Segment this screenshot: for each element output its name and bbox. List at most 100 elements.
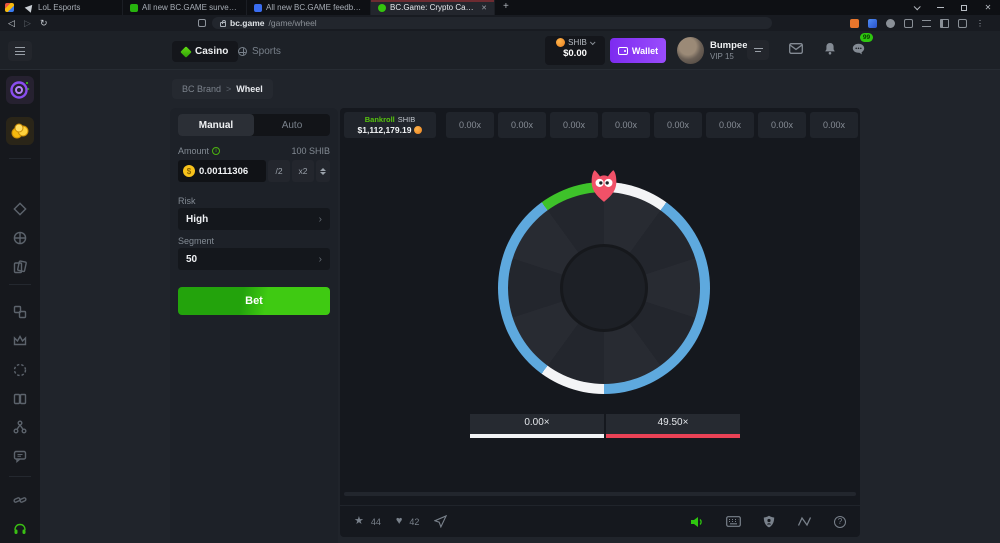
browser-menu-icon[interactable]: ⋮: [976, 19, 984, 28]
multiplier-chip[interactable]: 0.00x: [758, 112, 806, 138]
reading-list-icon[interactable]: [922, 20, 931, 27]
tab-manual[interactable]: Manual: [178, 114, 254, 136]
messages-button[interactable]: [789, 43, 803, 54]
sidebar-item-sports[interactable]: [12, 230, 28, 246]
result-bar: [606, 434, 740, 438]
like-heart-icon[interactable]: ♥: [396, 516, 403, 527]
risk-select[interactable]: High ›: [178, 208, 330, 230]
screenshot-icon[interactable]: [958, 19, 967, 28]
chevron-down-icon: [590, 39, 596, 45]
tab-title: LoL Esports: [38, 3, 115, 12]
sidebar-item-support[interactable]: [12, 521, 28, 537]
mode-tabs: Manual Auto: [178, 114, 330, 136]
amount-value: 0.00111306: [199, 166, 248, 177]
tab-casino[interactable]: Casino: [172, 41, 238, 62]
half-bet-button[interactable]: /2: [268, 160, 290, 182]
live-stats-icon[interactable]: [797, 516, 812, 527]
favorite-star-icon[interactable]: ★: [354, 516, 364, 527]
amount-input[interactable]: $ 0.00111306: [178, 160, 266, 182]
bet-controls-panel: Manual Auto Amount i 100 SHIB $ 0.001113…: [170, 108, 338, 543]
sidebar-item-bonus[interactable]: [12, 362, 28, 378]
browser-profile-icon[interactable]: [5, 3, 14, 12]
maximize-button[interactable]: [952, 0, 976, 15]
tab-close-icon[interactable]: ✕: [481, 4, 487, 12]
tab-search-icon[interactable]: [904, 0, 928, 15]
side-panel-icon[interactable]: [940, 19, 949, 28]
tab-title: All new BC.GAME survey & feedback: [142, 3, 239, 12]
extension-icon[interactable]: [868, 19, 877, 28]
tab-auto[interactable]: Auto: [254, 114, 330, 136]
back-icon[interactable]: ◁: [8, 15, 15, 31]
breadcrumb: BC Brand > Wheel: [172, 79, 273, 99]
lol-esports-favicon: [25, 2, 36, 13]
info-icon[interactable]: i: [212, 147, 220, 155]
tab-bcgame-feedback[interactable]: All new BC.GAME feedback: [247, 0, 371, 15]
reload-icon[interactable]: ↻: [40, 15, 48, 31]
tab-title: All new BC.GAME feedback: [266, 3, 363, 12]
currency-selector[interactable]: SHIB $0.00: [545, 36, 605, 65]
fairness-shield-icon[interactable]: [763, 515, 775, 528]
chat-button[interactable]: [852, 43, 865, 55]
site-header: Casino Sports SHIB $0.00 Wallet Bumpee V…: [0, 31, 1000, 70]
url-host: bc.game: [230, 18, 265, 28]
favorites-count: 44: [371, 517, 381, 527]
result-value: 49.50×: [606, 417, 740, 428]
help-icon[interactable]: ?: [834, 516, 846, 528]
forward-icon[interactable]: ▷: [24, 15, 31, 31]
sidebar-item-promotions[interactable]: [6, 76, 34, 104]
user-avatar[interactable]: [677, 37, 704, 64]
sidebar-item-rewards[interactable]: [6, 117, 34, 145]
window-controls: ✕: [904, 0, 1000, 15]
chevron-right-icon: ›: [319, 254, 322, 265]
notifications-bell-button[interactable]: [824, 42, 836, 55]
sidebar-item-links[interactable]: [12, 492, 28, 508]
sidebar-item-lottery[interactable]: [12, 259, 28, 275]
tab-bcgame-survey[interactable]: All new BC.GAME survey & feedback: [123, 0, 247, 15]
multiplier-chip[interactable]: 0.00x: [550, 112, 598, 138]
sidebar-item-vip-club[interactable]: [12, 333, 28, 349]
profile-avatar-icon[interactable]: [886, 19, 895, 28]
sidebar-item-affiliate[interactable]: [12, 419, 28, 435]
multiplier-chip[interactable]: 0.00x: [498, 112, 546, 138]
game-settings-group: ?: [690, 515, 846, 528]
breadcrumb-brand[interactable]: BC Brand: [182, 84, 221, 94]
close-button[interactable]: ✕: [976, 0, 1000, 15]
tab-bcgame-active[interactable]: BC.Game: Crypto Casino Games & ✕: [371, 0, 495, 15]
breadcrumb-separator: >: [226, 84, 231, 94]
tab-sports[interactable]: Sports: [238, 41, 281, 62]
extensions-puzzle-icon[interactable]: [904, 19, 913, 28]
sidebar-item-guide[interactable]: [12, 391, 28, 407]
multiplier-chip[interactable]: 0.00x: [602, 112, 650, 138]
casino-diamond-icon: [180, 46, 191, 57]
hotkeys-keyboard-icon[interactable]: [726, 516, 741, 527]
step-up-icon[interactable]: [320, 168, 326, 171]
new-tab-button[interactable]: +: [495, 0, 517, 15]
wallet-icon: [618, 47, 628, 55]
sidebar-item-forum[interactable]: [12, 448, 28, 464]
multiplier-chip[interactable]: 0.00x: [706, 112, 754, 138]
step-down-icon[interactable]: [320, 172, 326, 175]
recent-multipliers: 0.00x 0.00x 0.00x 0.00x 0.00x 0.00x 0.00…: [446, 112, 858, 138]
extension-icon[interactable]: [850, 19, 859, 28]
sidebar-toggle-button[interactable]: [8, 41, 32, 61]
segment-select[interactable]: 50 ›: [178, 248, 330, 270]
double-bet-button[interactable]: x2: [292, 160, 314, 182]
sound-on-icon[interactable]: [690, 516, 704, 528]
address-bar[interactable]: bc.game /game/wheel: [212, 17, 772, 29]
sidebar-item-casino[interactable]: [12, 201, 28, 217]
amount-stepper[interactable]: [316, 160, 330, 182]
bookmark-icon[interactable]: [198, 15, 206, 31]
share-plane-icon[interactable]: [434, 515, 447, 528]
multiplier-chip[interactable]: 0.00x: [810, 112, 858, 138]
tab-lol-esports[interactable]: LoL Esports: [19, 0, 123, 15]
bet-button[interactable]: Bet: [178, 287, 330, 315]
basketball-icon: [238, 47, 247, 56]
lock-icon: [220, 22, 226, 27]
wallet-button[interactable]: Wallet: [610, 38, 666, 63]
multiplier-chip[interactable]: 0.00x: [654, 112, 702, 138]
multiplier-chip[interactable]: 0.00x: [446, 112, 494, 138]
minimize-button[interactable]: [928, 0, 952, 15]
bets-menu-button[interactable]: [747, 40, 769, 60]
sidebar-item-racing[interactable]: [12, 304, 28, 320]
horizontal-scrollbar[interactable]: [344, 492, 856, 496]
